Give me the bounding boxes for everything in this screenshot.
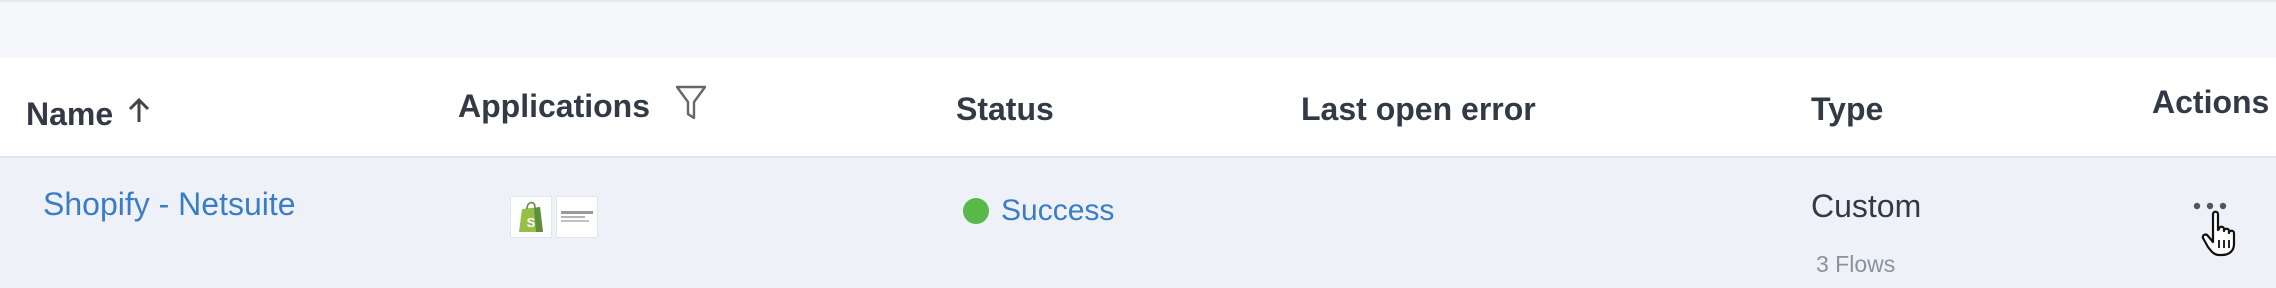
name-column-header[interactable]: Name bbox=[26, 96, 113, 133]
last-open-error-header-label: Last open error bbox=[1301, 91, 1536, 127]
filter-icon[interactable] bbox=[674, 84, 708, 127]
name-header-label: Name bbox=[26, 96, 114, 132]
type-header-label: Type bbox=[1811, 91, 1884, 127]
shopify-logo-icon: S bbox=[510, 196, 552, 238]
applications-cell: S bbox=[510, 196, 598, 238]
applications-header-label: Applications bbox=[458, 88, 651, 124]
integrations-table: Name Applications Status Last open error… bbox=[0, 0, 2276, 288]
hand-pointer-icon bbox=[2200, 210, 2242, 263]
type-column-header[interactable]: Type bbox=[1811, 91, 1883, 128]
flows-count: 3 Flows bbox=[1816, 251, 1896, 277]
svg-text:S: S bbox=[527, 215, 536, 230]
last-open-error-column-header[interactable]: Last open error bbox=[1301, 91, 1536, 128]
applications-column-header[interactable]: Applications bbox=[458, 88, 650, 125]
flow-name-link[interactable]: Shopify - Netsuite bbox=[43, 186, 296, 223]
status-column-header[interactable]: Status bbox=[956, 91, 1054, 128]
toolbar-strip bbox=[0, 0, 2276, 58]
table-header-row: Name Applications Status Last open error… bbox=[0, 58, 2276, 158]
oracle-netsuite-logo-icon bbox=[556, 196, 598, 238]
type-value: Custom bbox=[1811, 188, 1922, 224]
status-cell: Success bbox=[963, 194, 1114, 228]
success-status-icon bbox=[963, 198, 989, 224]
table-row[interactable]: Shopify - Netsuite S Success Custom 3 Fl… bbox=[0, 158, 2276, 288]
status-link[interactable]: Success bbox=[1001, 194, 1114, 228]
actions-column-header: Actions bbox=[2152, 84, 2269, 121]
status-header-label: Status bbox=[956, 91, 1054, 127]
actions-header-label: Actions bbox=[2152, 84, 2270, 120]
sort-ascending-icon[interactable] bbox=[127, 96, 151, 129]
